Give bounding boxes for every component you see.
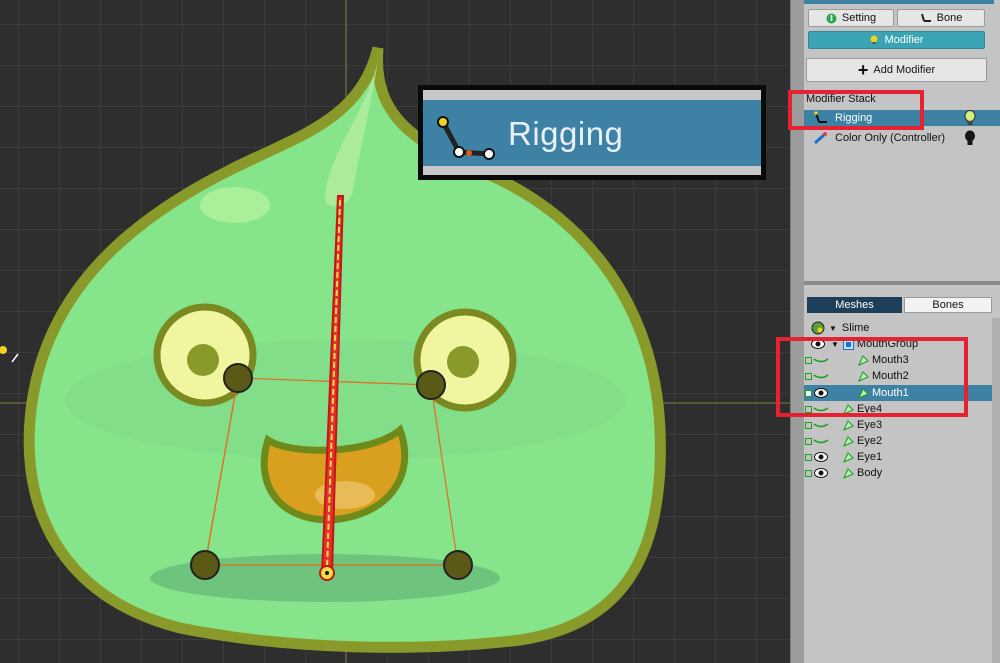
- control-point-bottom-left[interactable]: [190, 550, 220, 580]
- pupil-right: [447, 346, 479, 378]
- control-point-top-right[interactable]: [416, 370, 446, 400]
- tree-item-body[interactable]: Body: [804, 465, 1000, 481]
- tree-item-eye3[interactable]: Eye3: [804, 417, 1000, 433]
- canvas-viewport[interactable]: Rigging: [0, 0, 790, 663]
- add-modifier-label: Add Modifier: [873, 64, 936, 76]
- hierarchy-scrollbar[interactable]: [992, 318, 1000, 663]
- highlight-box-mouths: [776, 337, 968, 417]
- setting-label: Setting: [841, 12, 877, 24]
- expand-arrow-icon[interactable]: ▼: [829, 324, 837, 333]
- mesh-icon: [843, 435, 854, 447]
- root-unit-icon: [811, 321, 825, 335]
- eye-closed-icon[interactable]: [813, 421, 829, 429]
- bone-button[interactable]: Bone: [897, 9, 985, 27]
- slime-inner-band: [65, 340, 625, 460]
- rigging-icon: [437, 116, 495, 160]
- modifier-icon: [870, 35, 878, 44]
- checkbox-icon[interactable]: [805, 421, 812, 429]
- tree-item-slime[interactable]: ▼ Slime: [804, 320, 1000, 336]
- modifier-button[interactable]: Modifier: [808, 31, 985, 49]
- tab-meshes[interactable]: Meshes: [807, 297, 902, 313]
- control-point-bottom-right[interactable]: [443, 550, 473, 580]
- panel-divider[interactable]: [804, 281, 1000, 285]
- plus-icon: +: [857, 60, 869, 80]
- bulb-off-icon[interactable]: [964, 130, 976, 146]
- rigging-zoom-callout: Rigging: [418, 85, 766, 180]
- bone-label: Bone: [936, 12, 963, 24]
- setting-icon: [826, 13, 837, 23]
- highlight-box-rigging: [788, 90, 924, 130]
- eye-closed-icon[interactable]: [813, 437, 829, 445]
- tree-item-eye1[interactable]: Eye1: [804, 449, 1000, 465]
- mesh-icon: [843, 451, 854, 463]
- tree-label-slime: Slime: [841, 322, 870, 334]
- tree-label-eye3: Eye3: [857, 419, 883, 431]
- eye-icon[interactable]: [814, 452, 828, 462]
- tree-label-eye2: Eye2: [857, 435, 883, 447]
- add-modifier-button[interactable]: + Add Modifier: [806, 58, 987, 82]
- tree-label-body: Body: [857, 467, 883, 479]
- modifier-label-color-only: Color Only (Controller): [835, 132, 946, 144]
- tab-bones[interactable]: Bones: [904, 297, 992, 313]
- modifier-label: Modifier: [884, 34, 924, 46]
- modifier-item-color-only[interactable]: Color Only (Controller): [804, 130, 1000, 146]
- checkbox-icon[interactable]: [805, 437, 812, 445]
- tree-label-eye1: Eye1: [857, 451, 883, 463]
- mesh-icon: [843, 467, 854, 479]
- setting-button[interactable]: Setting: [808, 9, 894, 27]
- checkbox-icon[interactable]: [805, 453, 812, 461]
- panel-top-strip: [804, 0, 994, 4]
- bulb-on-icon[interactable]: [964, 110, 976, 126]
- tree-item-eye2[interactable]: Eye2: [804, 433, 1000, 449]
- slime-shine: [200, 187, 270, 223]
- bone-root-dot: [325, 571, 329, 575]
- bone-icon: [920, 13, 931, 22]
- pupil-left: [187, 344, 219, 376]
- gizmo-icon[interactable]: [0, 346, 19, 363]
- control-point-top-left[interactable]: [223, 363, 253, 393]
- tab-bones-label: Bones: [932, 299, 964, 311]
- color-brush-icon: [813, 132, 827, 145]
- tab-meshes-label: Meshes: [835, 299, 874, 311]
- eye-icon[interactable]: [814, 468, 828, 478]
- mesh-icon: [843, 419, 854, 431]
- checkbox-icon[interactable]: [805, 469, 812, 477]
- callout-label: Rigging: [508, 115, 624, 152]
- callout-band: Rigging: [423, 100, 761, 166]
